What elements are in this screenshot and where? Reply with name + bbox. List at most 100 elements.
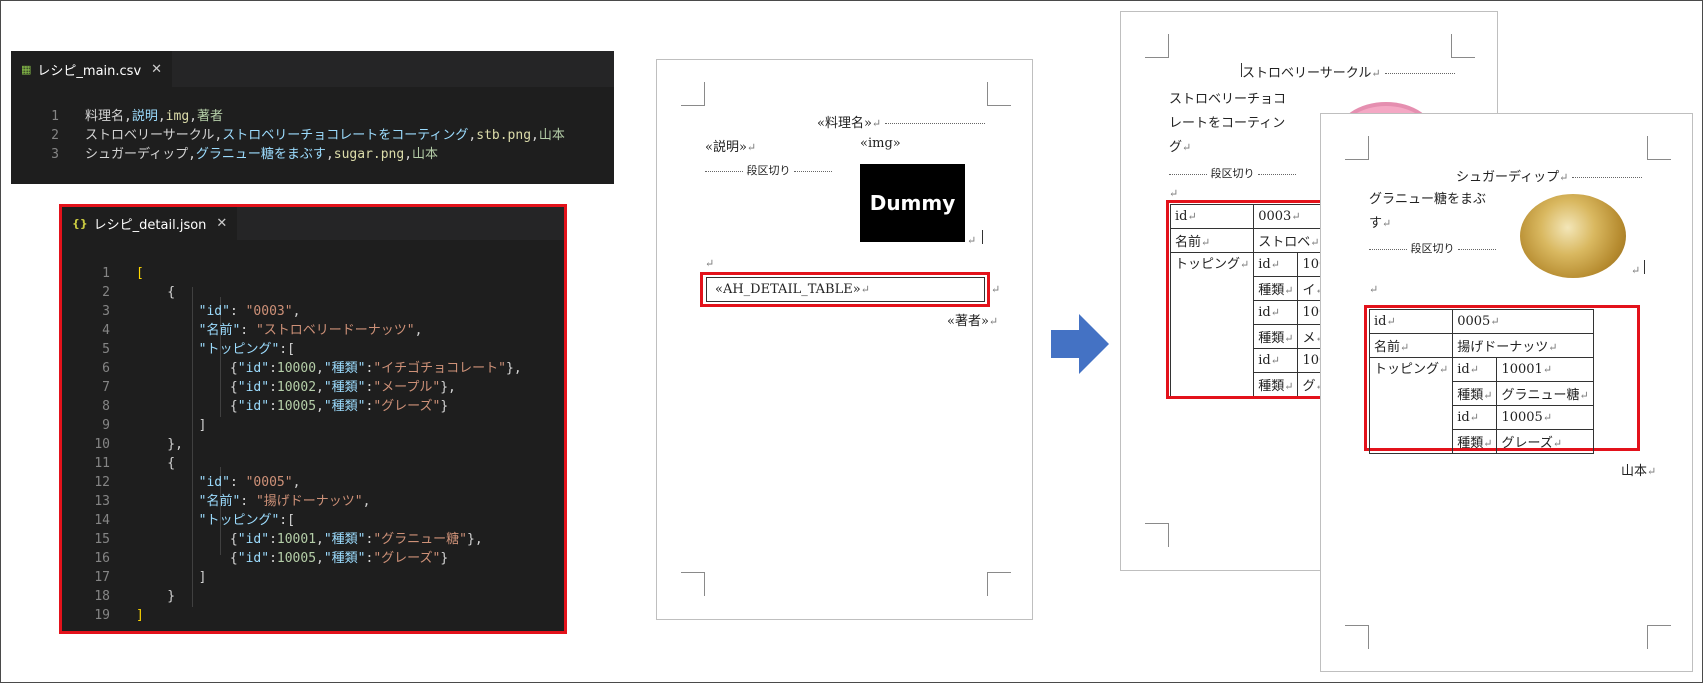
- margin-mark: [1647, 136, 1671, 160]
- table-cell: 100↵: [1297, 252, 1322, 277]
- code-text: },: [136, 437, 183, 452]
- code-line[interactable]: 14 "トッピング":[: [62, 511, 564, 530]
- author-merge-field: «著者»↵: [947, 314, 999, 329]
- table-cell: イ↵: [1297, 276, 1322, 301]
- code-text: {: [136, 456, 176, 471]
- code-line[interactable]: 7 {"id":10002,"種類":"メープル"},: [62, 378, 564, 397]
- paragraph-mark: ↵: [967, 230, 984, 248]
- code-text: ]: [136, 608, 144, 623]
- line-number: 15: [94, 532, 110, 547]
- section-break-mark: 段区切り: [1369, 240, 1496, 256]
- code-line[interactable]: 2 ストロベリーサークル,ストロベリーチョコレートをコーティング,stb.png,…: [11, 126, 614, 145]
- code-text: [: [136, 266, 144, 281]
- code-text: ]: [136, 570, 207, 585]
- line-number: 12: [94, 475, 110, 490]
- result-table-1: id↵0003↵名前↵ストロベ↵トッピング↵id↵100↵種類↵イ↵id↵100…: [1170, 204, 1322, 396]
- csv-tab-label: レシピ_main.csv: [37, 63, 142, 79]
- line-number: 4: [102, 323, 110, 338]
- result-title: ストロベリーサークル↵: [1241, 62, 1455, 81]
- table-row: id↵ 0003↵: [1170, 204, 1322, 229]
- result-description: ストロベリーチョコ レートをコーティン グ↵: [1169, 92, 1287, 155]
- paragraph-mark: ↵: [1169, 187, 1179, 200]
- right-arrow-icon: [1051, 314, 1109, 374]
- table-cell: メ↵: [1297, 324, 1322, 349]
- table-row: トッピング↵ id↵ 10001↵: [1368, 357, 1594, 454]
- json-editor: {} レシピ_detail.json ✕ 1[2 {3 "id": "0003"…: [59, 204, 567, 634]
- code-line[interactable]: 3 シュガーディップ,グラニュー糖をまぶす,sugar.png,山本: [11, 145, 614, 164]
- result-table-2: id↵ 0005↵ 名前↵ 揚げドーナッツ↵ トッピング↵ id↵ 10001↵ 種類↵ グラニ…: [1368, 309, 1594, 454]
- code-line[interactable]: 9 ]: [62, 416, 564, 435]
- line-number: 6: [102, 361, 110, 376]
- line-number: 18: [94, 589, 110, 604]
- code-line[interactable]: 11 {: [62, 454, 564, 473]
- csv-tab[interactable]: ▦ レシピ_main.csv ✕: [11, 51, 173, 87]
- margin-mark: [681, 82, 705, 106]
- paragraph-mark: ↵: [1369, 283, 1379, 296]
- code-text: {"id":10000,"種類":"イチゴチョコレート"},: [136, 361, 522, 376]
- code-text: "名前": "ストロベリードーナッツ",: [198, 323, 423, 338]
- table-cell: id↵: [1253, 252, 1299, 277]
- code-line[interactable]: 18 }: [62, 587, 564, 606]
- line-number: 14: [94, 513, 110, 528]
- code-text: ]: [136, 418, 207, 433]
- code-line[interactable]: 2 {: [62, 283, 564, 302]
- paragraph-mark: ↵: [991, 283, 1001, 296]
- code-text: 料理名,説明,img,著者: [85, 109, 223, 124]
- line-number: 11: [94, 456, 110, 471]
- braces-file-icon: {}: [72, 217, 88, 230]
- line-number: 7: [102, 380, 110, 395]
- close-icon[interactable]: ✕: [151, 62, 162, 77]
- line-number: 8: [102, 399, 110, 414]
- table-cell: 種類↵: [1452, 429, 1498, 454]
- table-cell: 種類↵: [1253, 372, 1299, 396]
- margin-mark: [987, 82, 1011, 106]
- code-line[interactable]: 15 {"id":10001,"種類":"グラニュー糖"},: [62, 530, 564, 549]
- code-line[interactable]: 8 {"id":10005,"種類":"グレーズ"}: [62, 397, 564, 416]
- code-text: }: [136, 589, 176, 604]
- code-line[interactable]: 10 },: [62, 435, 564, 454]
- line-number: 3: [102, 304, 110, 319]
- code-text: {: [136, 285, 176, 300]
- close-icon[interactable]: ✕: [216, 216, 227, 231]
- code-text: "トッピング":[: [198, 513, 295, 528]
- result-description: グラニュー糖をまぶ す↵: [1369, 192, 1487, 231]
- code-text: {"id":10005,"種類":"グレーズ"}: [136, 399, 449, 414]
- line-number: 17: [94, 570, 110, 585]
- dummy-image: Dummy: [860, 164, 965, 242]
- csv-tab-bar: ▦ レシピ_main.csv ✕: [11, 51, 614, 87]
- line-number: 5: [102, 342, 110, 357]
- code-line[interactable]: 1 料理名,説明,img,著者: [11, 107, 614, 126]
- figure-frame: ▦ レシピ_main.csv ✕ 1 料理名,説明,img,著者 2 ストロベリーサー…: [0, 0, 1703, 683]
- table-cell: グレーズ↵: [1496, 429, 1594, 454]
- code-line[interactable]: 12 "id": "0005",: [62, 473, 564, 492]
- image-merge-field: «img»: [860, 136, 901, 151]
- table-cell: id↵: [1452, 357, 1498, 382]
- line-number: 10: [94, 437, 110, 452]
- table-cell: id↵: [1452, 405, 1498, 430]
- code-line[interactable]: 5 "トッピング":[: [62, 340, 564, 359]
- code-line[interactable]: 13 "名前": "揚げドーナッツ",: [62, 492, 564, 511]
- result-title: シュガーディップ↵: [1456, 166, 1643, 185]
- code-line[interactable]: 1[: [62, 264, 564, 283]
- code-line[interactable]: 3 "id": "0003",: [62, 302, 564, 321]
- result-page-2: シュガーディップ↵ グラニュー糖をまぶ す↵ 段区切り ↵ ↵ id↵ 0005↵…: [1320, 113, 1693, 672]
- line-number: 2: [102, 285, 110, 300]
- table-cell: 揚げドーナッツ↵: [1452, 333, 1594, 358]
- code-text: "名前": "揚げドーナッツ",: [198, 494, 371, 509]
- margin-mark: [1647, 625, 1671, 649]
- line-number: 13: [94, 494, 110, 509]
- code-text: "id": "0005",: [198, 475, 301, 490]
- code-line[interactable]: 6 {"id":10000,"種類":"イチゴチョコレート"},: [62, 359, 564, 378]
- json-tab[interactable]: {} レシピ_detail.json ✕: [62, 207, 238, 240]
- result-table-1-clip: id↵0003↵名前↵ストロベ↵トッピング↵id↵100↵種類↵イ↵id↵100…: [1170, 204, 1322, 396]
- table-file-icon: ▦: [21, 62, 32, 76]
- code-line[interactable]: 16 {"id":10005,"種類":"グレーズ"}: [62, 549, 564, 568]
- json-tab-bar: {} レシピ_detail.json ✕: [62, 207, 564, 240]
- margin-mark: [987, 572, 1011, 596]
- line-number: 16: [94, 551, 110, 566]
- table-cell: 0005↵: [1452, 309, 1594, 334]
- code-line[interactable]: 19]: [62, 606, 564, 625]
- paragraph-mark: ↵: [1631, 260, 1646, 278]
- code-line[interactable]: 17 ]: [62, 568, 564, 587]
- code-line[interactable]: 4 "名前": "ストロベリードーナッツ",: [62, 321, 564, 340]
